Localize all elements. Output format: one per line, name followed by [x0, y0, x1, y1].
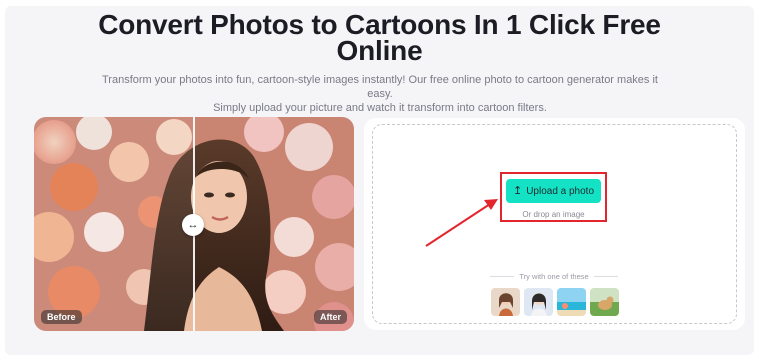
- try-label-text: Try with one of these: [519, 272, 589, 281]
- upload-photo-button[interactable]: ↥ Upload a photo: [506, 179, 601, 203]
- sample-images: [491, 288, 619, 316]
- sample-dog-on-grass[interactable]: [590, 288, 619, 316]
- sample-beach-scene[interactable]: [557, 288, 586, 316]
- divider-left: [490, 276, 515, 277]
- upload-button-label: Upload a photo: [526, 185, 595, 197]
- try-samples-label: Try with one of these: [490, 272, 618, 281]
- sample-woman-portrait[interactable]: [491, 288, 520, 316]
- sample-girl-portrait[interactable]: [524, 288, 553, 316]
- divider-right: [593, 276, 618, 277]
- upload-arrow-icon: ↥: [512, 184, 523, 197]
- annotation-arrow: [425, 199, 498, 247]
- page: Convert Photos to Cartoons In 1 Click Fr…: [0, 0, 759, 361]
- drop-hint: Or drop an image: [522, 210, 585, 219]
